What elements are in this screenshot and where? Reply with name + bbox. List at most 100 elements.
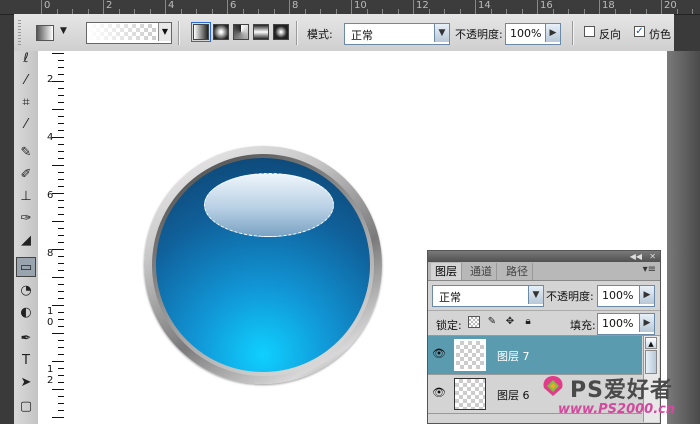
layer-row[interactable]: 👁︎ 图层 7	[428, 336, 642, 375]
type-icon[interactable]: T	[16, 351, 36, 371]
dodge-icon[interactable]: ◐	[16, 303, 36, 323]
crop-icon[interactable]: ⌗	[16, 93, 36, 113]
radial-gradient-button[interactable]	[213, 24, 229, 40]
canvas-right-edge	[667, 51, 700, 424]
panel-titlebar[interactable]: ◀◀ ✕	[428, 251, 660, 262]
gradient-swatch[interactable]	[88, 24, 156, 40]
mode-label: 模式:	[307, 28, 333, 41]
ruler-tick	[52, 137, 64, 138]
watermark-brand: PS爱好者	[570, 378, 673, 403]
mode-value: 正常	[351, 29, 373, 42]
gradient-tool-icon	[36, 25, 54, 41]
layer-opacity-input[interactable]: 100% ▶	[597, 285, 655, 307]
opacity-label: 不透明度:	[455, 28, 503, 41]
chevron-down-icon[interactable]: ▼	[528, 286, 543, 304]
ruler-number: 8	[292, 0, 299, 11]
lock-row: 锁定: ✎ ✥ 🔒︎ 填充: 100% ▶	[428, 310, 660, 336]
ruler-tick	[661, 0, 662, 14]
layer-name: 图层 7	[497, 350, 530, 363]
tool-preset-picker[interactable]: ▼	[32, 23, 72, 43]
chevron-down-icon: ▼	[60, 26, 67, 36]
ruler-tick	[52, 333, 64, 334]
divider	[572, 21, 573, 45]
eraser-icon[interactable]: ◢	[16, 231, 36, 251]
opacity-input[interactable]: 100% ▶	[505, 23, 561, 45]
fill-value: 100%	[602, 317, 634, 330]
collapse-icon[interactable]: ◀◀	[630, 251, 642, 262]
ruler-number: 2	[47, 74, 54, 85]
tab-layers[interactable]: 图层	[431, 263, 462, 280]
lock-position-icon[interactable]: ✥	[504, 316, 516, 328]
path-select-icon[interactable]: ➤	[16, 373, 36, 393]
tab-channels[interactable]: 通道	[466, 263, 497, 280]
linear-gradient-button[interactable]	[191, 22, 211, 42]
watermark-logo	[543, 376, 563, 396]
reverse-checkbox[interactable]	[584, 26, 595, 37]
ruler-number: 10	[354, 0, 367, 11]
dither-checkbox[interactable]: ✓	[634, 26, 645, 37]
selection-marquee[interactable]	[204, 173, 334, 237]
reverse-label: 反向	[599, 28, 621, 41]
layer-opacity-value: 100%	[602, 289, 634, 302]
layer-thumbnail	[454, 339, 486, 371]
chevron-down-icon[interactable]: ▼	[434, 24, 449, 42]
eye-icon[interactable]: 👁︎	[432, 348, 446, 360]
ruler-number: 4	[168, 0, 175, 11]
ruler-tick	[52, 53, 64, 54]
tool-options-bar: ▼ ▼ 模式: 正常 ▼ 不透明度: 100% ▶ 反向 ✓ 仿色	[14, 14, 674, 52]
gradient-picker[interactable]: ▼	[86, 22, 172, 44]
chevron-down-icon[interactable]: ▼	[158, 23, 171, 41]
lock-all-icon[interactable]: 🔒︎	[522, 316, 534, 328]
eyedropper-icon[interactable]: ⁄	[16, 115, 36, 135]
watermark-url: www.PS2000.cn	[558, 402, 676, 417]
ruler-number: 1 2	[47, 364, 54, 386]
ruler-tick	[52, 221, 64, 222]
panel-menu-icon[interactable]: ▾≡	[643, 264, 656, 275]
ruler-tick	[475, 0, 476, 14]
fill-label: 填充:	[570, 319, 596, 332]
ruler-tick	[599, 0, 600, 14]
pen-icon[interactable]: ✒	[16, 329, 36, 349]
lock-label: 锁定:	[436, 319, 462, 332]
ruler-tick	[676, 9, 678, 14]
horizontal-ruler: 0 2 4 6 8 10 12 14 16 18 20	[0, 0, 700, 15]
blend-mode-value: 正常	[439, 291, 461, 304]
ruler-number: 14	[478, 0, 491, 11]
fill-input[interactable]: 100% ▶	[597, 313, 655, 335]
ruler-tick	[52, 193, 64, 194]
reflected-gradient-button[interactable]	[253, 24, 269, 40]
healing-brush-icon[interactable]: ✎	[16, 143, 36, 163]
clone-stamp-icon[interactable]: ⊥	[16, 187, 36, 207]
chevron-right-icon[interactable]: ▶	[639, 314, 654, 332]
blend-mode-select[interactable]: 正常 ▼	[432, 285, 544, 307]
shape-icon[interactable]: ▢	[16, 397, 36, 417]
eye-icon[interactable]: 👁︎	[432, 387, 446, 399]
close-icon[interactable]: ✕	[649, 251, 656, 262]
gradient-icon[interactable]: ▭	[16, 257, 36, 277]
ruler-number: 1 0	[47, 306, 54, 328]
magic-wand-icon[interactable]: ⁄	[16, 71, 36, 91]
blur-icon[interactable]: ◔	[16, 281, 36, 301]
ruler-number: 16	[540, 0, 553, 11]
scroll-thumb[interactable]	[645, 350, 657, 374]
lasso-icon[interactable]: ℓ	[16, 49, 36, 69]
scroll-up-icon[interactable]: ▲	[645, 337, 657, 349]
ruler-tick	[52, 277, 64, 278]
tab-paths[interactable]: 路径	[502, 263, 533, 280]
lock-transparent-icon[interactable]	[468, 316, 480, 328]
orb-inner-ring	[152, 154, 374, 376]
ruler-number: 2	[106, 0, 113, 11]
history-brush-icon[interactable]: ✑	[16, 209, 36, 229]
chevron-right-icon[interactable]: ▶	[639, 286, 654, 304]
ruler-tick	[52, 109, 64, 110]
ruler-tick	[52, 249, 64, 250]
chevron-right-icon[interactable]: ▶	[545, 24, 560, 42]
diamond-gradient-button[interactable]	[273, 24, 289, 40]
lock-pixels-icon[interactable]: ✎	[486, 316, 498, 328]
brush-icon[interactable]: ✐	[16, 165, 36, 185]
ruler-number: 20	[664, 0, 677, 11]
mode-select[interactable]: 正常 ▼	[344, 23, 450, 45]
ruler-tick	[537, 0, 538, 14]
angle-gradient-button[interactable]	[233, 24, 249, 40]
options-bar-grip[interactable]	[18, 20, 21, 46]
